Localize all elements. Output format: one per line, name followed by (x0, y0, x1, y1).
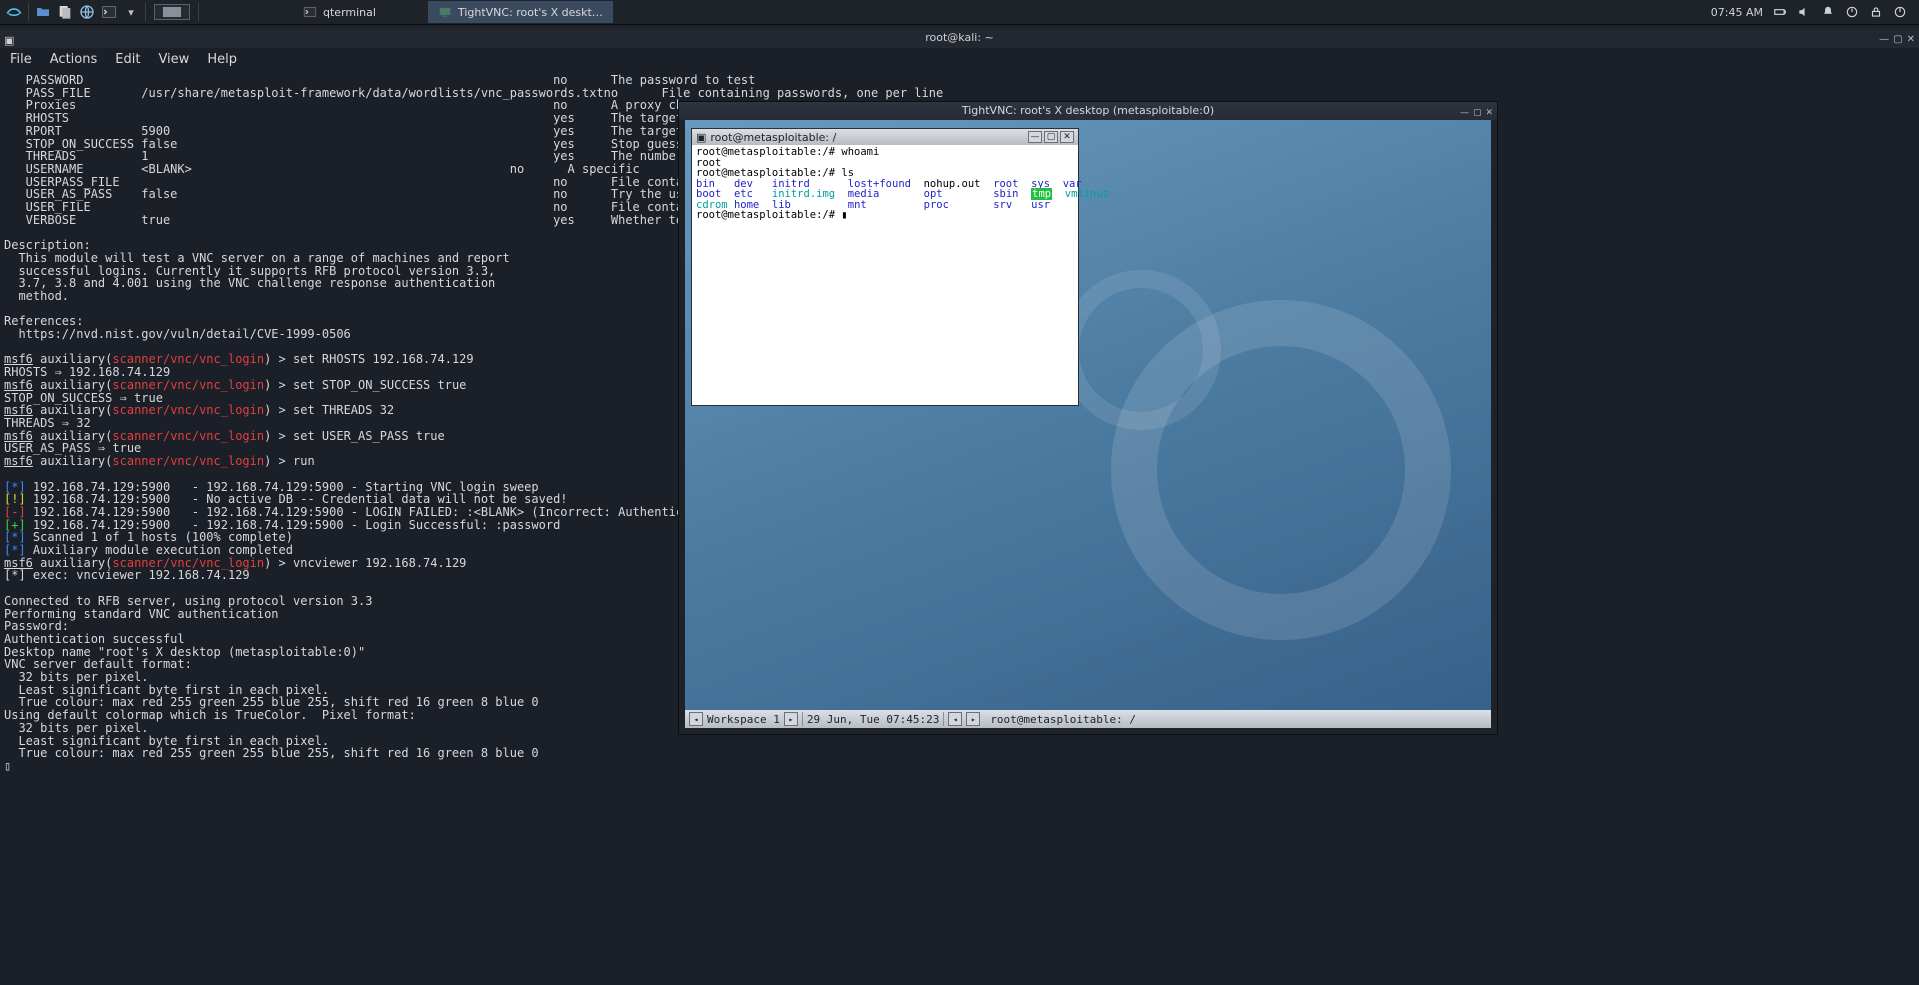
xterm-title: root@metasploitable: / (710, 131, 836, 144)
close-button[interactable]: ✕ (1907, 30, 1915, 50)
remote-xterm[interactable]: ▣ root@metasploitable: / — ▢ ✕ root@meta… (691, 128, 1079, 406)
menu-help[interactable]: Help (207, 52, 237, 67)
lock-icon[interactable] (1869, 5, 1883, 19)
window-title: root@kali: ~ (925, 31, 994, 44)
minimize-button[interactable]: — (1028, 131, 1042, 143)
bell-icon[interactable] (1821, 5, 1835, 19)
menu-bar: File Actions Edit View Help (0, 48, 1919, 70)
power-icon[interactable] (1845, 5, 1859, 19)
task-qterminal[interactable]: qterminal (293, 1, 386, 23)
xterm-output[interactable]: root@metasploitable:/# whoami root root@… (692, 145, 1078, 405)
system-tray: 07:45 AM (1711, 5, 1915, 19)
task-label: TightVNC: root's X deskt… (458, 6, 603, 19)
clock[interactable]: 07:45 AM (1711, 6, 1763, 19)
menu-edit[interactable]: Edit (115, 52, 140, 67)
globe-icon[interactable] (77, 2, 97, 22)
panel-workspace[interactable]: Workspace 1 (707, 713, 780, 726)
battery-icon[interactable] (1773, 5, 1787, 19)
folder-icon[interactable] (33, 2, 53, 22)
chevron-down-icon[interactable]: ▾ (121, 2, 141, 22)
terminal-icon: ▣ (4, 31, 14, 51)
shutdown-icon[interactable] (1893, 5, 1907, 19)
volume-icon[interactable] (1797, 5, 1811, 19)
minimize-button[interactable]: — (1879, 30, 1889, 50)
panel-task[interactable]: root@metasploitable: / (990, 713, 1136, 726)
panel-next-button[interactable]: ▸ (966, 712, 980, 726)
terminal-icon (303, 5, 317, 19)
task-tightvnc[interactable]: TightVNC: root's X deskt… (428, 1, 613, 23)
task-label: qterminal (323, 6, 376, 19)
xterm-titlebar[interactable]: ▣ root@metasploitable: / — ▢ ✕ (692, 129, 1078, 145)
window-titlebar[interactable]: ▣ root@kali: ~ — ▢ ✕ (0, 28, 1919, 48)
taskbar: ▾ qterminal TightVNC: root's X deskt… 07… (0, 0, 1919, 25)
terminal-icon: ▣ (696, 131, 706, 144)
terminal-icon[interactable] (99, 2, 119, 22)
vnc-window-title: TightVNC: root's X desktop (metasploitab… (962, 104, 1214, 117)
close-button[interactable]: ✕ (1060, 131, 1074, 143)
panel-prev-button[interactable]: ◂ (689, 712, 703, 726)
workspace-pager[interactable] (154, 4, 190, 20)
debian-swirl-icon (1061, 270, 1221, 430)
remote-desktop[interactable]: ▣ root@metasploitable: / — ▢ ✕ root@meta… (685, 120, 1491, 728)
panel-date[interactable]: 29 Jun, Tue 07:45:23 (807, 713, 939, 726)
maximize-button[interactable]: ▢ (1893, 30, 1902, 50)
menu-actions[interactable]: Actions (50, 52, 98, 67)
menu-file[interactable]: File (10, 52, 32, 67)
remote-panel: ◂ Workspace 1 ▸ 29 Jun, Tue 07:45:23 ◂ ▸… (685, 710, 1491, 728)
vnc-window[interactable]: TightVNC: root's X desktop (metasploitab… (678, 101, 1498, 735)
kali-logo-icon[interactable] (4, 2, 24, 22)
vnc-icon (438, 5, 452, 19)
panel-next-button[interactable]: ▸ (784, 712, 798, 726)
menu-view[interactable]: View (158, 52, 189, 67)
vnc-titlebar[interactable]: TightVNC: root's X desktop (metasploitab… (679, 102, 1497, 120)
maximize-button[interactable]: ▢ (1044, 131, 1058, 143)
files-icon[interactable] (55, 2, 75, 22)
panel-prev-button[interactable]: ◂ (948, 712, 962, 726)
